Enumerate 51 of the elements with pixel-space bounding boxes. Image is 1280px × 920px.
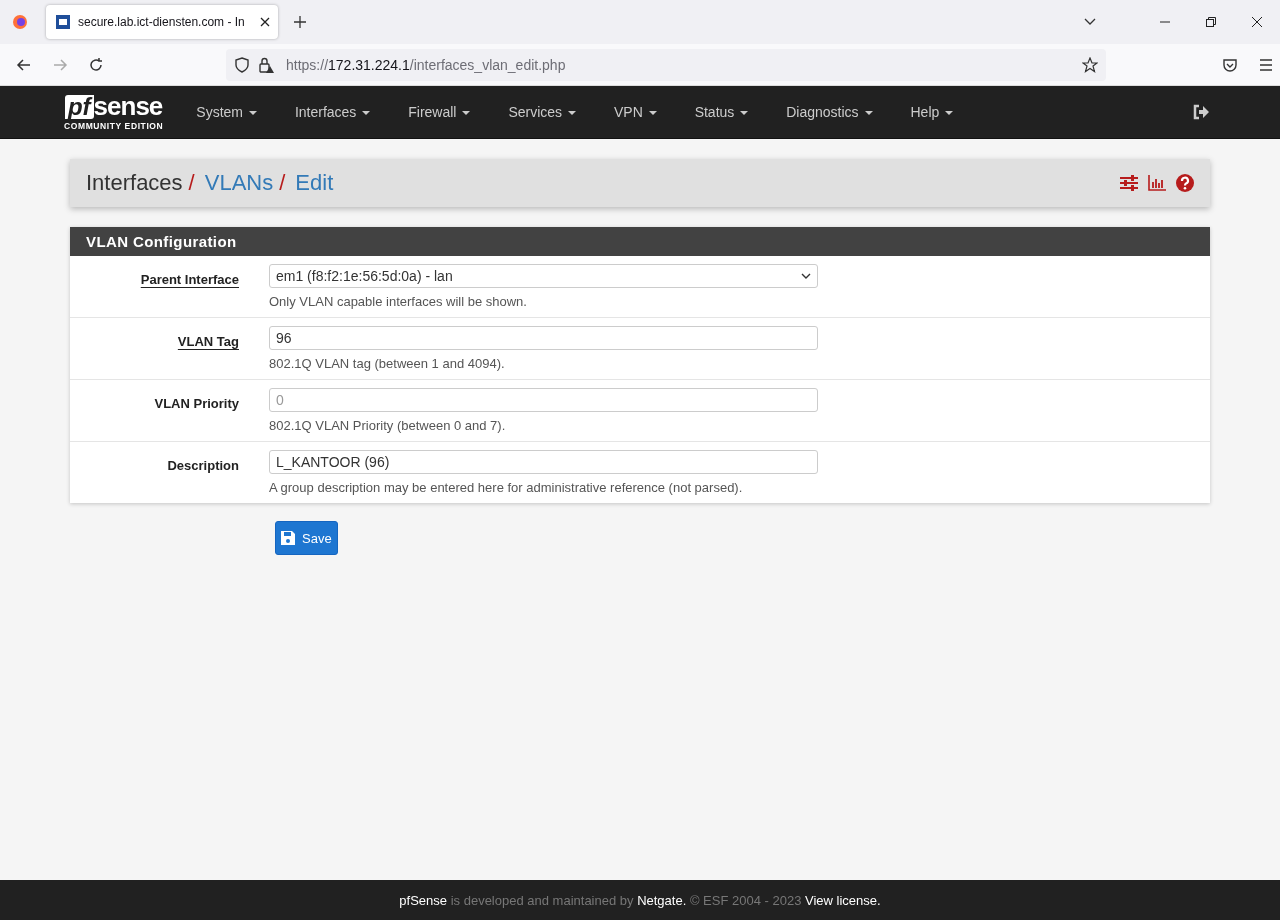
chevron-down-icon[interactable] [1084, 18, 1096, 26]
footer-link[interactable]: pfSense [399, 892, 448, 908]
sliders-icon[interactable] [1120, 175, 1138, 191]
nav-menu-item[interactable]: Services [489, 104, 595, 120]
save-button[interactable]: Save [275, 521, 338, 555]
logout-icon[interactable] [1192, 104, 1210, 120]
nav-menu-item[interactable]: Interfaces [275, 104, 390, 120]
help-text: 802.1Q VLAN tag (between 1 and 4094). [269, 356, 506, 371]
browser-tab[interactable]: secure.lab.ict-diensten.com - In [46, 5, 278, 39]
dropdown-field[interactable]: em1 (f8:f2:1e:56:5d:0a) - lan [269, 264, 818, 288]
breadcrumb-separator: / [188, 170, 195, 196]
panel-title: VLAN Configuration [70, 227, 1210, 256]
help-text: 802.1Q VLAN Priority (between 0 and 7). [269, 418, 507, 433]
field-label: Parent Interface [139, 271, 239, 289]
address-field[interactable]: https://172.31.224.1/interfaces_vlan_edit.php [226, 48, 1106, 81]
site-favicon-icon [56, 15, 70, 29]
breadcrumb-text: Interfaces [86, 170, 183, 196]
reload-icon[interactable] [88, 56, 104, 73]
nav-menu-item[interactable]: Status [675, 104, 768, 120]
input-field[interactable]: L_KANTOOR (96) [269, 450, 818, 474]
menu-icon[interactable] [1258, 56, 1274, 73]
footer-link[interactable]: View license. [805, 892, 881, 908]
help-icon[interactable] [1176, 174, 1194, 192]
nav-menu-item[interactable]: Diagnostics [767, 104, 892, 120]
lock-warning-icon [258, 56, 274, 73]
help-text: A group description may be entered here for administrative reference (not parsed). [269, 480, 744, 495]
back-arrow-icon[interactable] [16, 56, 32, 73]
pocket-icon[interactable] [1222, 56, 1238, 73]
nav-menu-item[interactable]: VPN [594, 104, 676, 120]
new-tab-icon[interactable] [294, 16, 306, 28]
restore-icon[interactable] [1206, 17, 1216, 27]
input-field[interactable]: 96 [269, 326, 818, 350]
field-label: Description [166, 457, 239, 475]
help-text: Only VLAN capable interfaces will be shown. [269, 294, 528, 309]
field-label: VLAN Tag [176, 333, 239, 351]
nav-menu-item[interactable]: System [177, 104, 276, 120]
close-icon[interactable] [260, 17, 270, 27]
nav-menu-item[interactable]: Help [891, 104, 973, 120]
input-field[interactable]: 0 [269, 388, 818, 412]
footer-text: pfSense is developed and maintained by Netgate. © ESF 2004 - 2023 View license. [399, 892, 881, 908]
field-label: VLAN Priority [153, 395, 239, 413]
star-icon[interactable] [1082, 56, 1098, 73]
bar-chart-icon[interactable] [1148, 175, 1166, 191]
chevron-down-icon [801, 273, 811, 279]
shield-icon [234, 56, 250, 73]
footer-link[interactable]: Netgate. [637, 892, 687, 908]
browser-logo-icon[interactable] [12, 14, 28, 30]
close-window-icon[interactable] [1252, 17, 1262, 27]
breadcrumb-separator: / [279, 170, 286, 196]
pfsense-logo[interactable]: pfsense COMMUNITY EDITION [64, 93, 164, 131]
nav-menu-item[interactable]: Firewall [389, 104, 490, 120]
